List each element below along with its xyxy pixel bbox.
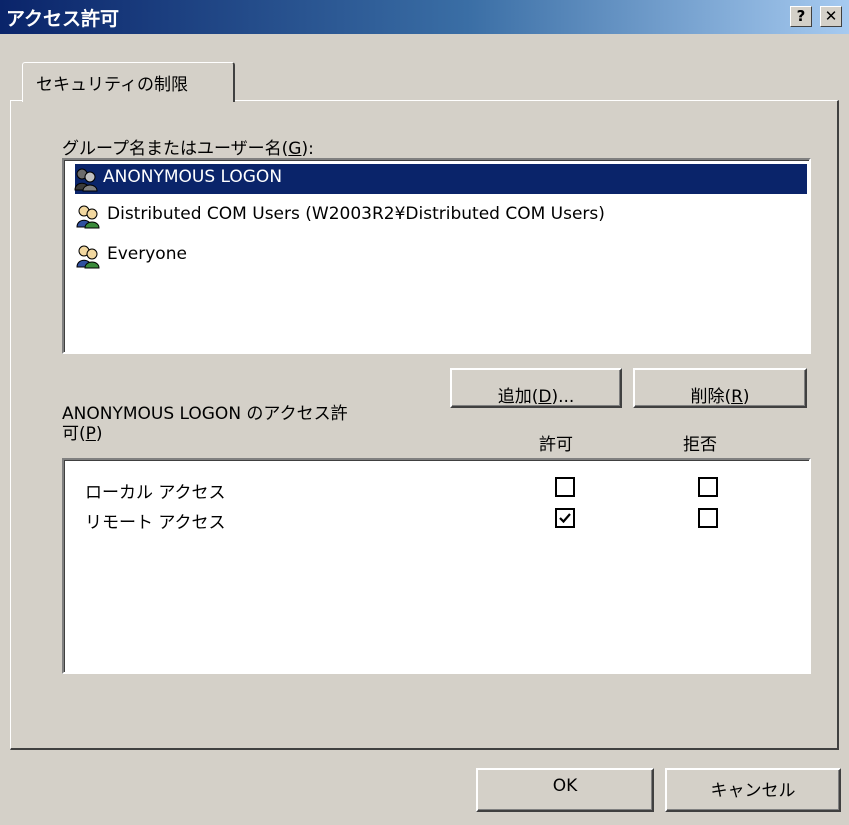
tab-security-restrictions[interactable]: セキュリティの制限 <box>22 62 235 102</box>
user-item-anonymous-logon[interactable]: ANONYMOUS LOGON <box>74 164 807 194</box>
local-access-deny-checkbox[interactable] <box>698 477 718 497</box>
tab-label: セキュリティの制限 <box>36 75 188 95</box>
user-group-icon <box>74 168 98 192</box>
remote-access-deny-checkbox[interactable] <box>698 508 718 528</box>
local-access-allow-checkbox[interactable] <box>555 477 575 497</box>
close-button[interactable]: ✕ <box>820 6 842 27</box>
permissions-label-line2: 可(P) <box>62 424 103 444</box>
add-button[interactable]: 追加(D)... <box>450 368 622 408</box>
permission-local-access: ローカル アクセス <box>85 483 226 503</box>
remove-button[interactable]: 削除(R) <box>633 368 807 408</box>
permissions-label-line1: ANONYMOUS LOGON のアクセス許 <box>62 404 348 424</box>
ok-button[interactable]: OK <box>476 768 654 812</box>
users-label: グループ名またはユーザー名(G): <box>62 139 314 159</box>
users-list-inner: ANONYMOUS LOGON Distributed COM Users (W… <box>64 160 809 352</box>
column-header-allow: 許可 <box>539 435 573 455</box>
close-icon: ✕ <box>824 7 838 25</box>
ok-button-label: OK <box>552 776 578 796</box>
user-group-icon <box>76 205 100 229</box>
title-bar[interactable]: アクセス許可 ? ✕ <box>0 0 849 34</box>
user-group-icon <box>76 245 100 269</box>
permissions-label: ANONYMOUS LOGON のアクセス許 可(P) <box>62 404 348 444</box>
help-button[interactable]: ? <box>790 6 812 27</box>
user-item-label: ANONYMOUS LOGON <box>103 167 283 187</box>
remove-button-label: 削除(R) <box>690 387 750 407</box>
cancel-button-label: キャンセル <box>710 781 796 801</box>
cancel-button[interactable]: キャンセル <box>665 768 841 812</box>
user-item-label: Everyone <box>107 244 187 264</box>
window-title: アクセス許可 <box>6 8 120 30</box>
permission-remote-access: リモート アクセス <box>85 513 226 533</box>
column-header-deny: 拒否 <box>683 435 717 455</box>
user-item-label: Distributed COM Users (W2003R2¥Distribut… <box>107 204 605 224</box>
help-icon: ? <box>796 7 806 25</box>
checkmark-icon <box>559 513 571 524</box>
remote-access-allow-checkbox[interactable] <box>555 508 575 528</box>
add-button-label: 追加(D)... <box>497 387 575 407</box>
users-list[interactable]: ANONYMOUS LOGON Distributed COM Users (W… <box>62 158 811 354</box>
